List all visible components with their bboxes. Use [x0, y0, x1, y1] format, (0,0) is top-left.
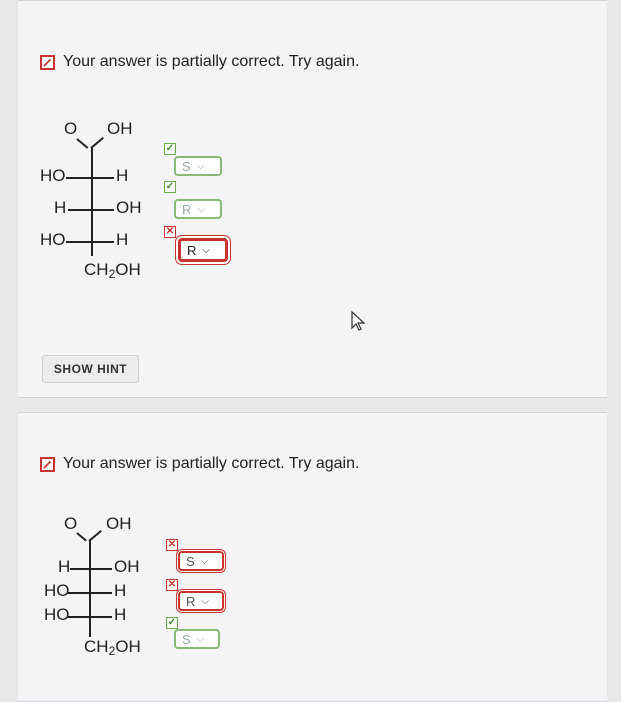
mouse-pointer-icon — [351, 310, 366, 331]
carboxyl-oh: OH — [107, 119, 133, 138]
carbonyl-oxygen: O — [64, 119, 78, 138]
row1-right: OH — [114, 557, 140, 576]
config-select-3[interactable]: S ⌵ — [174, 629, 220, 649]
correct-mark-icon: ✓ — [164, 181, 176, 193]
row3-right: H — [116, 230, 129, 249]
carboxyl-oh: OH — [106, 514, 132, 533]
correct-mark-icon: ✓ — [166, 617, 178, 629]
chevron-down-icon: ⌵ — [202, 244, 210, 256]
chevron-down-icon: ⌵ — [196, 160, 205, 172]
row3-left: HO — [44, 605, 70, 624]
status-message: Your answer is partially correct. Try ag… — [40, 455, 359, 473]
fischer-projection: O OH HO H H OH HO H CH2OH — [40, 116, 180, 286]
bottom-group: CH2OH — [84, 260, 141, 281]
question-panel-1: Your answer is partially correct. Try ag… — [18, 0, 607, 398]
pencil-icon — [40, 456, 55, 472]
row1-right: H — [116, 166, 129, 185]
status-message: Your answer is partially correct. Try ag… — [40, 53, 359, 71]
incorrect-mark-icon: ✕ — [166, 579, 178, 591]
show-hint-button[interactable]: SHOW HINT — [42, 355, 139, 383]
carbonyl-oxygen: O — [64, 514, 78, 533]
question-panel-2: Your answer is partially correct. Try ag… — [18, 412, 607, 702]
config-select-1[interactable]: S ⌵ — [174, 156, 222, 176]
correct-mark-icon: ✓ — [164, 143, 176, 155]
config-select-3[interactable]: R ⌵ — [178, 238, 228, 262]
config-select-2[interactable]: R ⌵ — [178, 591, 224, 611]
row2-left: HO — [44, 581, 70, 600]
incorrect-mark-icon: ✕ — [164, 226, 176, 238]
incorrect-mark-icon: ✕ — [166, 539, 178, 551]
fischer-projection: O OH H OH HO H HO H CH2OH — [44, 511, 184, 671]
row2-left: H — [54, 198, 67, 217]
status-text: Your answer is partially correct. Try ag… — [63, 455, 360, 472]
config-select-1[interactable]: S ⌵ — [178, 551, 224, 571]
row2-right: OH — [116, 198, 142, 217]
bottom-group: CH2OH — [84, 637, 141, 658]
chevron-down-icon: ⌵ — [201, 595, 209, 607]
chevron-down-icon: ⌵ — [196, 633, 205, 645]
row2-right: H — [114, 581, 127, 600]
chevron-down-icon: ⌵ — [200, 555, 209, 567]
status-text: Your answer is partially correct. Try ag… — [63, 53, 360, 70]
config-select-2[interactable]: R ⌵ — [174, 199, 222, 219]
row3-right: H — [114, 605, 127, 624]
row3-left: HO — [40, 230, 66, 249]
row1-left: H — [58, 557, 71, 576]
row1-left: HO — [40, 166, 66, 185]
pencil-icon — [40, 54, 55, 70]
chevron-down-icon: ⌵ — [197, 203, 205, 215]
